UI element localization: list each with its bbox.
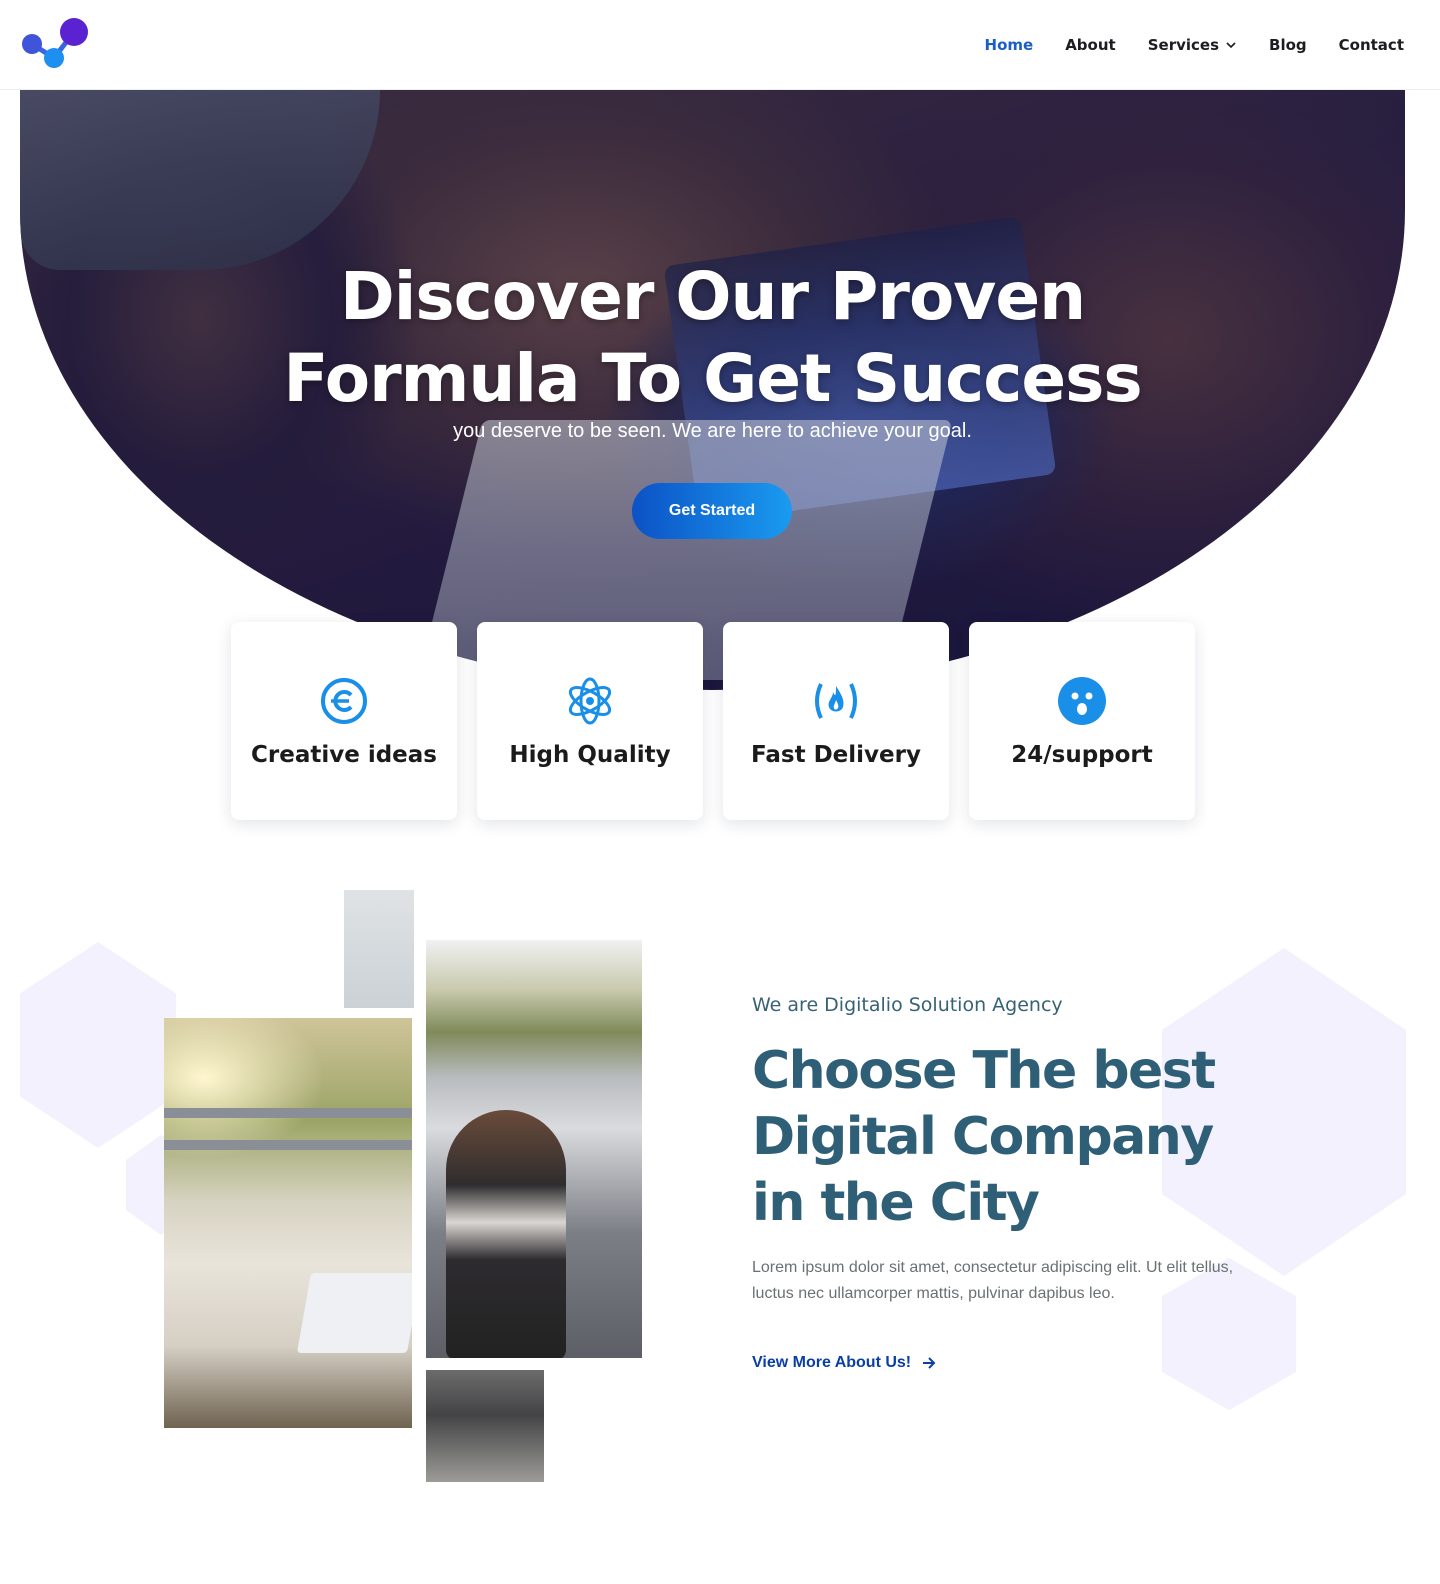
surprised-face-icon — [1058, 677, 1106, 725]
feature-card-support: 24/support — [969, 622, 1195, 820]
about-photo-top — [344, 890, 414, 1008]
hero-title-line2: Formula To Get Success — [283, 340, 1142, 417]
feature-cards: Creative ideas High Quality Fast Deliver… — [231, 622, 1195, 820]
about-photo-bottom — [426, 1370, 544, 1482]
view-more-label: View More About Us! — [752, 1354, 912, 1371]
nav-about[interactable]: About — [1065, 36, 1116, 54]
molecule-logo-icon[interactable] — [20, 14, 92, 74]
hero-photo-person — [20, 90, 380, 270]
photo-rail — [164, 1140, 412, 1150]
feature-label: High Quality — [509, 742, 671, 768]
nav-contact[interactable]: Contact — [1339, 36, 1404, 54]
feature-label: Creative ideas — [251, 742, 437, 768]
hero-subtitle: you deserve to be seen. We are here to a… — [453, 420, 972, 442]
feature-card-quality: High Quality — [477, 622, 703, 820]
fire-code-icon — [815, 683, 857, 719]
nav-blog[interactable]: Blog — [1269, 36, 1307, 54]
decor-hexagon — [20, 942, 176, 1148]
about-photo-balcony — [164, 1018, 412, 1428]
nav-blog-label: Blog — [1269, 36, 1307, 54]
photo-person — [446, 1110, 566, 1358]
hero-title: Discover Our Proven Formula To Get Succe… — [20, 256, 1405, 420]
photo-rail — [164, 1108, 412, 1118]
arrow-right-icon — [923, 1357, 936, 1369]
creative-commons-icon — [321, 678, 367, 724]
feature-label: Fast Delivery — [751, 742, 921, 768]
nav-home[interactable]: Home — [985, 36, 1034, 54]
chevron-down-icon — [1226, 42, 1236, 49]
about-photo-man — [426, 940, 642, 1358]
feature-card-delivery: Fast Delivery — [723, 622, 949, 820]
hero-title-line1: Discover Our Proven — [339, 258, 1086, 335]
hero-banner: Discover Our Proven Formula To Get Succe… — [20, 90, 1405, 690]
main-nav: Home About Services Blog Contact — [985, 0, 1404, 90]
nav-services-label: Services — [1147, 36, 1220, 54]
nav-home-label: Home — [984, 36, 1034, 54]
nav-contact-label: Contact — [1338, 36, 1404, 54]
feature-label: 24/support — [1011, 742, 1153, 768]
site-header: Home About Services Blog Contact — [0, 0, 1440, 90]
atom-icon — [568, 677, 612, 725]
get-started-button[interactable]: Get Started — [632, 483, 792, 539]
photo-laptop — [296, 1273, 412, 1353]
nav-services[interactable]: Services — [1148, 36, 1237, 54]
about-title: Choose The best Digital Company in the C… — [752, 1041, 1216, 1233]
about-body: Lorem ipsum dolor sit amet, consectetur … — [752, 1259, 1234, 1302]
view-more-about-link[interactable]: View More About Us! — [752, 1354, 937, 1372]
nav-about-label: About — [1065, 36, 1116, 54]
feature-card-creative: Creative ideas — [231, 622, 457, 820]
about-tagline: We are Digitalio Solution Agency — [752, 994, 1063, 1016]
